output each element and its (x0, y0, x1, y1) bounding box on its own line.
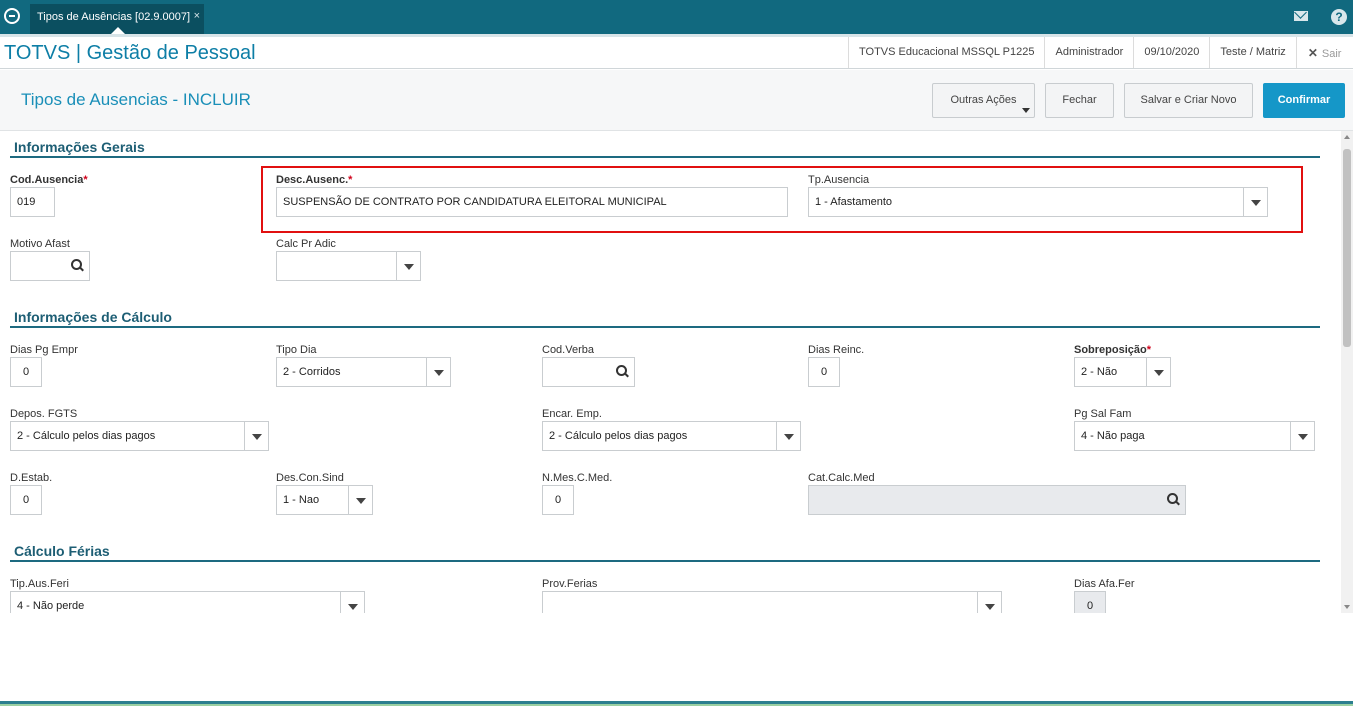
confirmar-button[interactable]: Confirmar (1263, 83, 1345, 118)
desc-ausenc-input[interactable]: SUSPENSÃO DE CONTRATO POR CANDIDATURA EL… (276, 187, 788, 217)
tab-active-indicator (111, 27, 125, 34)
top-bar: Tipos de Ausências [02.9.0007] × ? (0, 0, 1353, 34)
search-icon[interactable] (1161, 486, 1185, 514)
dias-pg-empr-label: Dias Pg Empr (10, 344, 78, 356)
cod-ausencia-input[interactable]: 019 (10, 187, 55, 217)
des-con-sind-select[interactable]: 1 - Nao (276, 485, 373, 515)
close-icon: ✕ (1307, 46, 1318, 60)
chevron-down-icon[interactable] (340, 592, 364, 613)
n-mes-c-med-label: N.Mes.C.Med. (542, 472, 613, 484)
calc-pr-adic-label: Calc Pr Adic (276, 238, 336, 250)
tp-ausencia-label: Tp.Ausencia (808, 174, 870, 186)
caret-down-icon (1022, 108, 1030, 113)
mail-icon[interactable] (1294, 11, 1308, 21)
dias-afa-fer-input[interactable]: 0 (1074, 591, 1106, 613)
fechar-button[interactable]: Fechar (1045, 83, 1114, 118)
motivo-afast-label: Motivo Afast (10, 238, 70, 250)
app-title: TOTVS | Gestão de Pessoal (4, 42, 256, 64)
cat-calc-med-input[interactable] (808, 485, 1186, 515)
tp-ausencia-select[interactable]: 1 - Afastamento (808, 187, 1268, 217)
section-divider (10, 560, 1320, 562)
section-divider (10, 156, 1320, 158)
exit-button[interactable]: ✕ Sair (1295, 37, 1352, 68)
dias-afa-fer-label: Dias Afa.Fer (1074, 578, 1135, 590)
depos-fgts-label: Depos. FGTS (10, 408, 78, 420)
chevron-down-icon[interactable] (348, 486, 372, 514)
tip-aus-feri-label: Tip.Aus.Feri (10, 578, 69, 590)
vertical-scrollbar[interactable] (1341, 131, 1353, 613)
section-divider (10, 326, 1320, 328)
salvar-criar-novo-button[interactable]: Salvar e Criar Novo (1124, 83, 1253, 118)
encar-emp-label: Encar. Emp. (542, 408, 602, 420)
desc-ausenc-label: Desc.Ausenc.* (276, 174, 353, 186)
motivo-afast-input[interactable] (10, 251, 90, 281)
search-icon[interactable] (65, 252, 89, 280)
cod-verba-label: Cod.Verba (542, 344, 594, 356)
outras-acoes-label: Outras Ações (950, 94, 1017, 106)
section-title-ferias: Cálculo Férias (14, 543, 110, 559)
tipo-dia-label: Tipo Dia (276, 344, 317, 356)
tab-label: Tipos de Ausências [02.9.0007] (37, 11, 191, 23)
sobreposicao-label: Sobreposição* (1074, 344, 1152, 356)
sobreposicao-select[interactable]: 2 - Não (1074, 357, 1171, 387)
form-content: Informações Gerais Cod.Ausencia* 019 Des… (0, 131, 1340, 613)
d-estab-label: D.Estab. (10, 472, 53, 484)
dias-pg-empr-input[interactable]: 0 (10, 357, 42, 387)
pg-sal-fam-select[interactable]: 4 - Não paga (1074, 421, 1315, 451)
scrollbar-thumb[interactable] (1343, 149, 1351, 347)
section-title-calculo: Informações de Cálculo (14, 309, 172, 325)
chevron-down-icon[interactable] (1290, 422, 1314, 450)
depos-fgts-select[interactable]: 2 - Cálculo pelos dias pagos (10, 421, 269, 451)
page-title: Tipos de Ausencias - INCLUIR (21, 90, 251, 109)
dias-reinc-label: Dias Reinc. (808, 344, 865, 356)
session-info: TOTVS Educacional MSSQL P1225 Administra… (848, 37, 1351, 68)
pg-sal-fam-label: Pg Sal Fam (1074, 408, 1132, 420)
chevron-down-icon[interactable] (776, 422, 800, 450)
chevron-down-icon[interactable] (977, 592, 1001, 613)
chevron-down-icon[interactable] (426, 358, 450, 386)
scroll-up-icon[interactable] (1344, 135, 1350, 139)
chevron-down-icon[interactable] (244, 422, 268, 450)
chevron-down-icon[interactable] (1243, 188, 1267, 216)
totvs-logo-icon[interactable] (4, 8, 20, 24)
encar-emp-select[interactable]: 2 - Cálculo pelos dias pagos (542, 421, 801, 451)
prov-ferias-select[interactable] (542, 591, 1002, 613)
search-icon[interactable] (610, 358, 634, 386)
dias-reinc-input[interactable]: 0 (808, 357, 840, 387)
des-con-sind-label: Des.Con.Sind (276, 472, 344, 484)
user-label: Administrador (1044, 37, 1133, 68)
app-header: TOTVS | Gestão de Pessoal TOTVS Educacio… (0, 37, 1353, 69)
outras-acoes-button[interactable]: Outras Ações (932, 83, 1035, 118)
exit-label: Sair (1321, 48, 1342, 60)
page-header: Tipos de Ausencias - INCLUIR Outras Açõe… (0, 70, 1353, 131)
environment-label: TOTVS Educacional MSSQL P1225 (848, 37, 1044, 68)
calc-pr-adic-select[interactable] (276, 251, 421, 281)
date-label: 09/10/2020 (1133, 37, 1209, 68)
chevron-down-icon[interactable] (396, 252, 420, 280)
cod-ausencia-label: Cod.Ausencia* (10, 174, 88, 186)
tipo-dia-select[interactable]: 2 - Corridos (276, 357, 451, 387)
tab-close-icon[interactable]: × (194, 10, 200, 22)
prov-ferias-label: Prov.Ferias (542, 578, 598, 590)
chevron-down-icon[interactable] (1146, 358, 1170, 386)
d-estab-input[interactable]: 0 (10, 485, 42, 515)
section-title-gerais: Informações Gerais (14, 139, 145, 155)
cod-verba-input[interactable] (542, 357, 635, 387)
help-icon[interactable]: ? (1331, 9, 1347, 25)
n-mes-c-med-input[interactable]: 0 (542, 485, 574, 515)
tip-aus-feri-select[interactable]: 4 - Não perde (10, 591, 365, 613)
tab-tipos-ausencias[interactable]: Tipos de Ausências [02.9.0007] × (30, 4, 204, 34)
scroll-down-icon[interactable] (1344, 605, 1350, 609)
cat-calc-med-label: Cat.Calc.Med (808, 472, 875, 484)
branch-label: Teste / Matriz (1209, 37, 1295, 68)
